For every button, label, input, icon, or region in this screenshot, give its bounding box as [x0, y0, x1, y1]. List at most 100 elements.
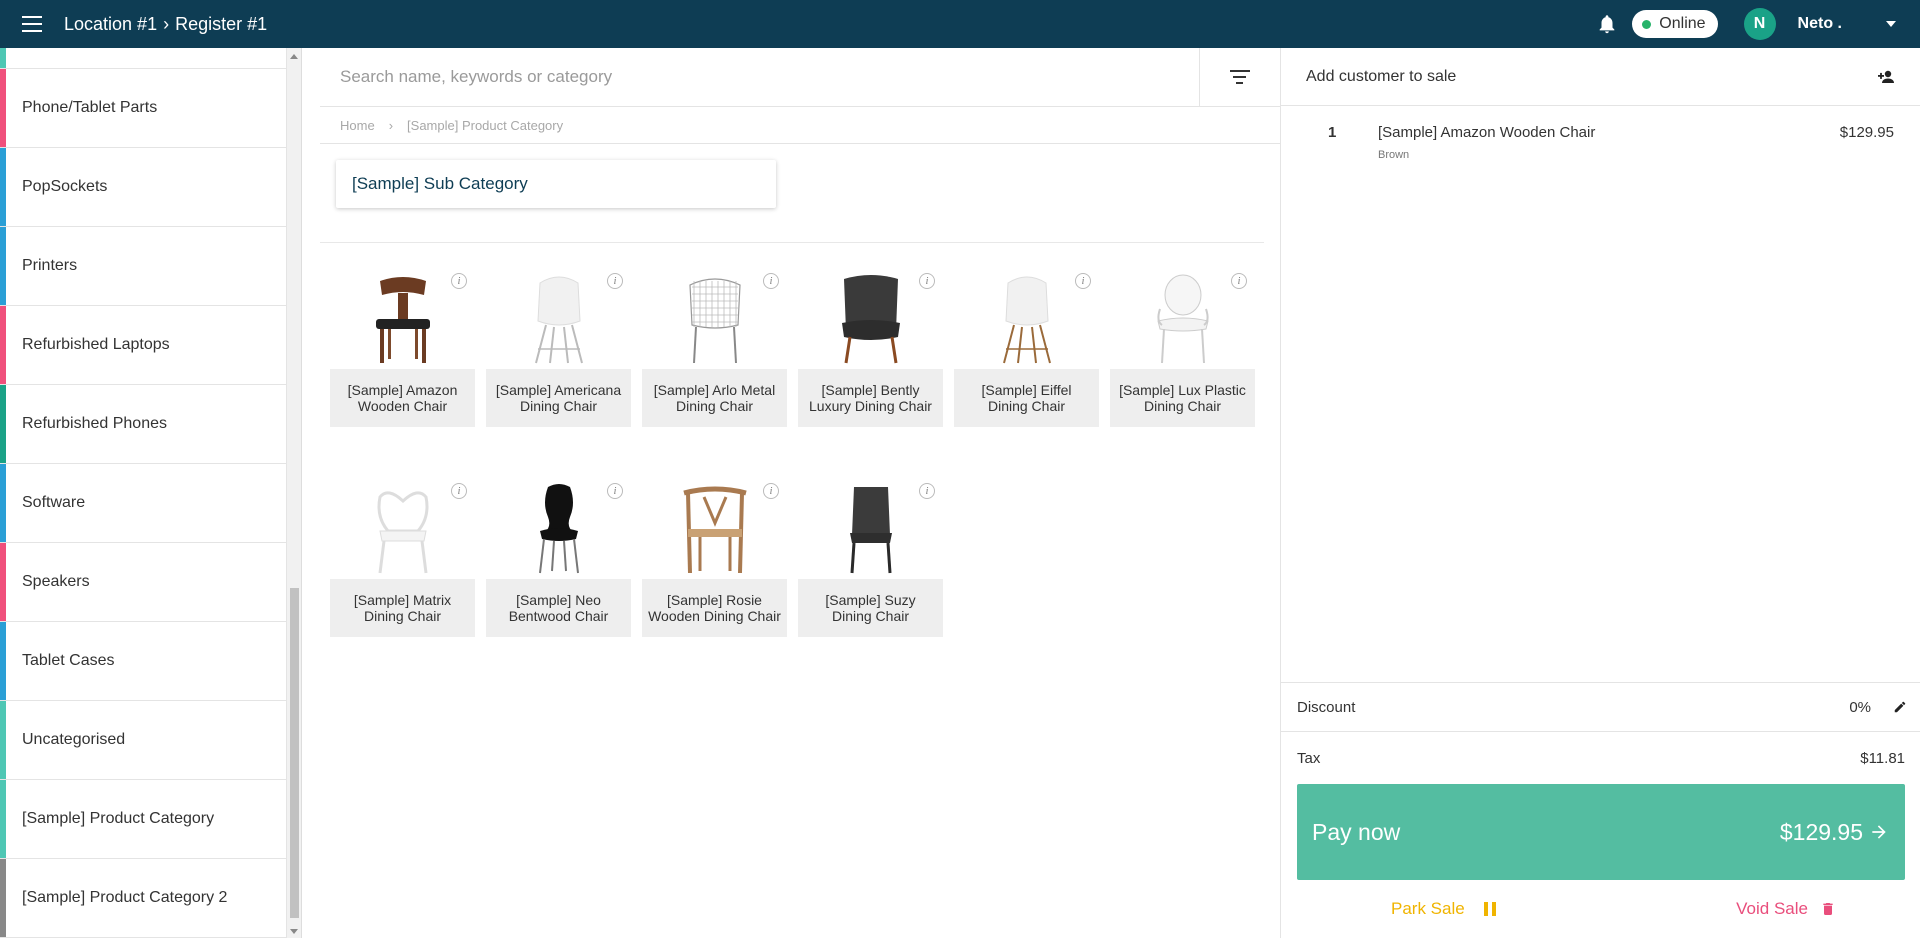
product-tile[interactable]: i [Sample] Americana Dining Chair	[486, 273, 631, 443]
category-color-strip	[0, 701, 6, 779]
arrow-right-icon	[1872, 825, 1886, 839]
location-label[interactable]: Location #1	[64, 14, 157, 35]
sidebar-category-item[interactable]: Printers	[0, 227, 301, 306]
product-name: [Sample] Arlo Metal Dining Chair	[642, 369, 787, 427]
product-name: [Sample] Lux Plastic Dining Chair	[1110, 369, 1255, 427]
product-tile[interactable]: i [Sample] Matrix Dining Chair	[330, 483, 475, 653]
sidebar-category-item[interactable]: Uncategorised	[0, 701, 301, 780]
category-list: Phone/Tablet Parts PopSockets Printers Refu…	[0, 48, 301, 938]
category-color-strip	[0, 148, 6, 226]
sidebar-category-label: [Sample] Product Category 2	[22, 889, 228, 906]
product-tile[interactable]: i [Sample] Lux Plastic Dining Chair	[1110, 273, 1255, 443]
breadcrumb-separator: ›	[388, 117, 394, 133]
category-color-strip	[0, 69, 6, 147]
sidebar-category-label: Refurbished Phones	[22, 415, 167, 432]
register-label[interactable]: Register #1	[175, 14, 267, 35]
product-info-icon[interactable]: i	[1075, 273, 1091, 289]
sidebar-category-item[interactable]: Tablet Cases	[0, 622, 301, 701]
cart-summary: Discount 0% Tax $11.81 Pay now $129.95 P…	[1281, 682, 1920, 938]
product-info-icon[interactable]: i	[763, 273, 779, 289]
product-name: [Sample] Eiffel Dining Chair	[954, 369, 1099, 427]
product-info-icon[interactable]: i	[763, 483, 779, 499]
pay-amount-value: $129.95	[1779, 818, 1863, 845]
void-sale-button[interactable]: Void Sale	[1736, 899, 1836, 919]
hamburger-icon	[22, 14, 42, 35]
park-sale-button[interactable]: Park Sale	[1391, 899, 1497, 919]
search-bar	[320, 47, 1280, 107]
product-info-icon[interactable]: i	[919, 483, 935, 499]
breadcrumb-separator: ›	[163, 13, 170, 34]
product-name: [Sample] Bently Luxury Dining Chair	[798, 369, 943, 427]
sidebar-category-label: [Sample] Product Category	[22, 810, 215, 827]
product-tile[interactable]: i [Sample] Suzy Dining Chair	[798, 483, 943, 653]
sidebar-category-label: Software	[22, 494, 86, 511]
product-name: [Sample] Matrix Dining Chair	[330, 579, 475, 637]
product-info-icon[interactable]: i	[607, 483, 623, 499]
user-menu-caret-icon[interactable]	[1886, 21, 1896, 27]
scroll-up-arrow-icon[interactable]	[290, 54, 298, 59]
product-info-icon[interactable]: i	[1231, 273, 1247, 289]
sidebar-category-label: Printers	[22, 257, 78, 274]
online-status-label: Online	[1659, 15, 1706, 32]
pay-amount: $129.95	[1780, 819, 1889, 846]
sidebar-category-label: Refurbished Laptops	[22, 336, 170, 353]
category-breadcrumb: Home › [Sample] Product Category	[320, 107, 1280, 144]
sale-actions: Park Sale Void Sale	[1281, 880, 1920, 938]
top-bar: Location #1 › Register #1 Online N Neto …	[0, 0, 1920, 48]
sidebar-category-item[interactable]: Software	[0, 464, 301, 543]
menu-button[interactable]	[0, 0, 64, 48]
product-tile[interactable]: i [Sample] Neo Bentwood Chair	[486, 483, 631, 653]
product-tile[interactable]: i [Sample] Amazon Wooden Chair	[330, 273, 475, 443]
scroll-thumb[interactable]	[290, 588, 299, 918]
sidebar-category-item[interactable]: [Sample] Product Category	[0, 780, 301, 859]
product-tile[interactable]: i [Sample] Rosie Wooden Dining Chair	[642, 483, 787, 653]
breadcrumb-home[interactable]: Home	[340, 118, 375, 133]
add-person-icon[interactable]	[1878, 70, 1896, 84]
category-color-strip	[0, 780, 6, 858]
search-input[interactable]	[320, 48, 1199, 106]
product-content: [Sample] Sub Category i [Sample] Amazon W…	[320, 144, 1264, 938]
tax-row: Tax $11.81	[1281, 732, 1920, 784]
online-status-badge: Online	[1632, 10, 1718, 38]
sidebar-scrollbar[interactable]	[286, 48, 301, 938]
register-breadcrumb: Location #1 › Register #1	[64, 14, 267, 35]
discount-row: Discount 0%	[1281, 683, 1920, 732]
void-sale-label: Void Sale	[1736, 899, 1808, 918]
sidebar-category-label: Tablet Cases	[22, 652, 115, 669]
subcategory-card[interactable]: [Sample] Sub Category	[336, 160, 776, 208]
avatar[interactable]: N	[1743, 8, 1776, 40]
discount-value: 0%	[1849, 698, 1871, 716]
product-info-icon[interactable]: i	[451, 483, 467, 499]
sidebar-category-item[interactable]: Refurbished Phones	[0, 385, 301, 464]
product-info-icon[interactable]: i	[607, 273, 623, 289]
category-list-partial-item[interactable]	[0, 48, 301, 69]
breadcrumb-current: [Sample] Product Category	[407, 117, 564, 133]
edit-discount-icon[interactable]	[1893, 700, 1907, 714]
cart-line-item[interactable]: 1 [Sample] Amazon Wooden Chair Brown $12…	[1281, 106, 1920, 176]
cart-panel: Add customer to sale 1 [Sample] Amazon W…	[1280, 48, 1920, 938]
sidebar-category-item[interactable]: PopSockets	[0, 148, 301, 227]
pay-now-button[interactable]: Pay now $129.95	[1297, 784, 1905, 880]
sidebar-category-item[interactable]: Refurbished Laptops	[0, 306, 301, 385]
sidebar-category-label: Uncategorised	[22, 731, 126, 748]
product-info-icon[interactable]: i	[451, 273, 467, 289]
product-browser: Home › [Sample] Product Category [Sample…	[320, 47, 1292, 938]
category-color-strip	[0, 622, 6, 700]
sidebar-category-item[interactable]: [Sample] Product Category 2	[0, 859, 301, 938]
sort-filter-button[interactable]	[1199, 47, 1280, 107]
product-tile[interactable]: i [Sample] Eiffel Dining Chair	[954, 273, 1099, 443]
product-tile[interactable]: i [Sample] Arlo Metal Dining Chair	[642, 273, 787, 443]
sidebar-category-item[interactable]: Phone/Tablet Parts	[0, 69, 301, 148]
scroll-down-arrow-icon[interactable]	[290, 929, 298, 934]
tax-label: Tax	[1297, 749, 1321, 767]
tax-value: $11.81	[1860, 749, 1905, 767]
add-customer-button[interactable]: Add customer to sale	[1281, 48, 1920, 106]
notifications-button[interactable]	[1592, 9, 1622, 39]
user-name[interactable]: Neto .	[1798, 15, 1842, 33]
category-color-strip	[0, 464, 6, 542]
product-tile[interactable]: i [Sample] Bently Luxury Dining Chair	[798, 273, 943, 443]
product-info-icon[interactable]: i	[919, 273, 935, 289]
sidebar-category-item[interactable]: Speakers	[0, 543, 301, 622]
trash-icon	[1823, 903, 1833, 915]
line-item-quantity: 1	[1328, 124, 1337, 141]
